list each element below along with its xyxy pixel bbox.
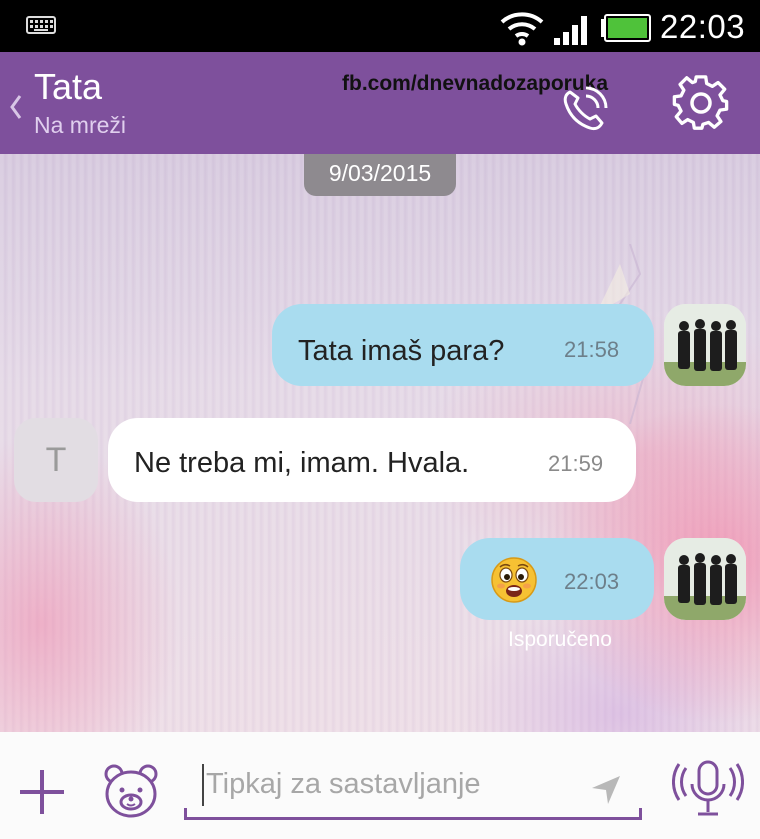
message-bubble-incoming[interactable]: Ne treba mi, imam. Hvala. 21:59	[108, 418, 636, 502]
plus-icon[interactable]	[18, 768, 66, 816]
contact-avatar[interactable]: T	[14, 418, 98, 502]
group-photo-icon	[664, 538, 746, 620]
message-input[interactable]: Tipkaj za sastavljanje	[184, 758, 642, 820]
worried-face-emoji	[491, 557, 537, 603]
status-bar: 22:03	[0, 0, 760, 52]
keyboard-icon	[26, 16, 56, 34]
signal-icon	[554, 16, 587, 45]
message-time: 21:59	[548, 451, 604, 476]
input-edge-left	[184, 808, 187, 820]
input-edge-right	[639, 808, 642, 820]
chat-area[interactable]: 9/03/2015 Tata imaš para? 21:58 T Ne tre…	[0, 154, 760, 732]
chat-header: Tata Na mreži fb.com/dnevnadozaporuka	[0, 52, 760, 154]
status-clock: 22:03	[660, 8, 746, 45]
mic-icon[interactable]	[672, 758, 744, 822]
message-bubble-outgoing[interactable]: 22:03	[460, 538, 654, 620]
input-placeholder: Tipkaj za sastavljanje	[206, 768, 481, 800]
avatar[interactable]	[664, 538, 746, 620]
message-text: Ne treba mi, imam. Hvala.	[134, 447, 470, 479]
avatar[interactable]	[664, 304, 746, 386]
sticker-icon[interactable]	[102, 762, 160, 820]
compose-bar: Tipkaj za sastavljanje	[0, 732, 760, 839]
send-icon[interactable]	[588, 772, 624, 808]
input-underline	[184, 817, 642, 820]
wifi-icon	[500, 12, 544, 46]
message-text: Tata imaš para?	[298, 335, 505, 367]
battery-icon	[601, 14, 651, 42]
group-photo-icon	[664, 304, 746, 386]
contact-status: Na mreži	[34, 112, 127, 138]
text-caret	[202, 764, 204, 806]
contact-name[interactable]: Tata	[34, 66, 102, 108]
date-divider: 9/03/2015	[304, 154, 456, 196]
back-icon[interactable]	[8, 92, 24, 122]
gear-icon[interactable]	[672, 74, 730, 132]
message-time: 22:03	[564, 569, 620, 594]
message-bubble-outgoing[interactable]: Tata imaš para? 21:58	[272, 304, 654, 386]
delivery-status: Isporučeno	[508, 628, 612, 651]
message-time: 21:58	[564, 337, 620, 362]
call-icon[interactable]	[556, 80, 612, 136]
